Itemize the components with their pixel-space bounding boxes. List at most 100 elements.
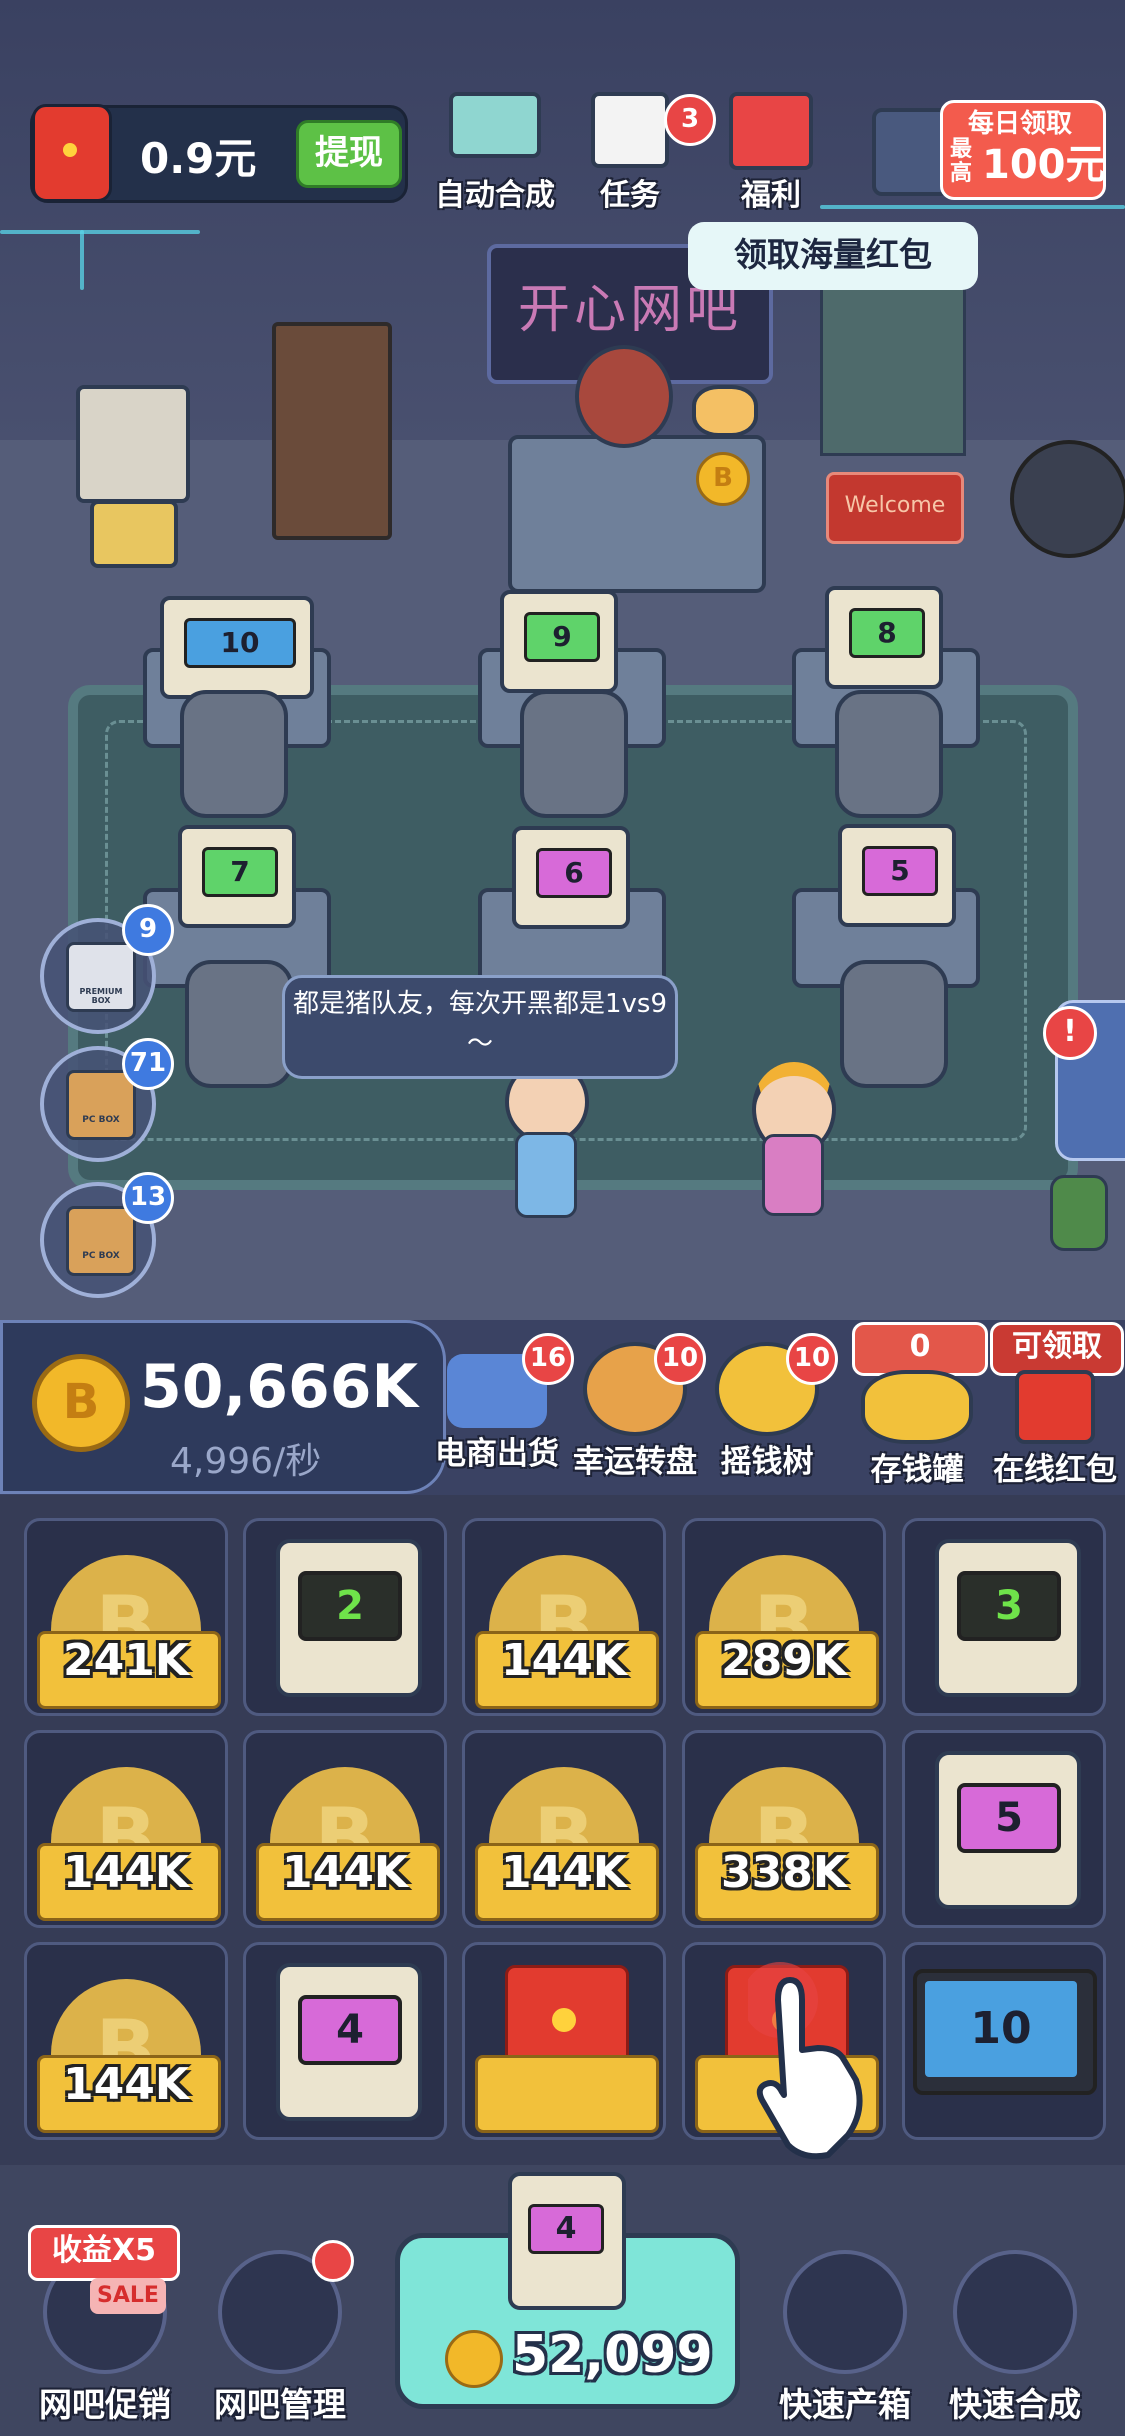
clipboard-icon: [591, 92, 669, 168]
online-red-packet-button[interactable]: 在线红包: [990, 1370, 1120, 1489]
monitors-icon: [953, 2250, 1077, 2374]
welfare-button[interactable]: 福利: [696, 92, 846, 214]
grid-cell[interactable]: 10: [902, 1942, 1106, 2140]
fan-icon: [1010, 440, 1125, 558]
grid-cell[interactable]: 4: [243, 1942, 447, 2140]
tasks-label: 任务: [600, 178, 660, 213]
piggy-bank-count: 0: [852, 1322, 988, 1376]
computer-station[interactable]: 6: [512, 826, 630, 929]
notification-dot: [312, 2240, 354, 2282]
monitors-icon: [449, 92, 541, 158]
computer-level: 10: [925, 1981, 1077, 2077]
coin-amount: 144K: [501, 1635, 627, 1686]
computer-level: 6: [536, 848, 612, 898]
computer-level: 7: [202, 847, 278, 897]
coin-rate: 4,996/秒: [170, 1441, 322, 1482]
counter-coin-icon[interactable]: B: [696, 452, 750, 506]
premium-box-count: 9: [122, 904, 174, 956]
withdraw-button[interactable]: 提现: [296, 120, 402, 188]
quick-box-button[interactable]: 快速产箱: [770, 2250, 920, 2426]
coin-amount: 241K: [63, 1635, 189, 1686]
ecommerce-badge: 16: [522, 1333, 574, 1385]
daily-reward-amount: 100元: [982, 142, 1106, 188]
grid-cell[interactable]: 144K: [462, 1730, 666, 1928]
alert-icon[interactable]: !: [1043, 1006, 1097, 1060]
computer-level: 3: [957, 1571, 1061, 1641]
coin-total: 50,666K: [140, 1352, 419, 1422]
pc-box-icon: [783, 2250, 907, 2374]
quick-merge-label: 快速合成: [949, 2385, 1081, 2424]
quick-merge-button[interactable]: 快速合成: [940, 2250, 1090, 2426]
tap-hand-icon: [748, 1962, 863, 2160]
buy-computer-level: 4: [528, 2204, 604, 2254]
printer: [90, 500, 178, 568]
computer-level: 2: [298, 1571, 402, 1641]
welfare-label: 福利: [741, 178, 801, 213]
circuit-line: [820, 205, 1125, 209]
piggy-bank-button[interactable]: 存钱罐: [852, 1370, 982, 1489]
grid-cell[interactable]: 144K: [24, 1730, 228, 1928]
computer-level: 8: [849, 608, 925, 658]
grid-cell[interactable]: 241K: [24, 1518, 228, 1716]
arcade-machine[interactable]: [76, 385, 190, 503]
computer-level: 10: [184, 618, 296, 668]
box-label: PC BOX: [82, 1251, 120, 1261]
claimable-tag: 可领取: [990, 1322, 1124, 1376]
cafe-promotion-label: 网吧促销: [39, 2385, 171, 2424]
cash-value: 0.9元: [140, 134, 257, 183]
computer-station[interactable]: 10: [160, 596, 314, 699]
computer-station[interactable]: 9: [500, 590, 618, 693]
computer-station[interactable]: 8: [825, 586, 943, 689]
sale-badge: SALE: [90, 2278, 166, 2314]
customer-body: [762, 1134, 824, 1216]
computer-item: 4: [276, 1963, 422, 2121]
pc-box-icon: PC BOX: [66, 1206, 136, 1276]
computer-item: 3: [935, 1539, 1081, 1697]
welcome-mat: Welcome: [826, 472, 964, 544]
grid-cell[interactable]: 144K: [462, 1518, 666, 1716]
cashier-girl[interactable]: [575, 345, 673, 448]
income-multiplier-tag: 收益X5: [28, 2225, 180, 2281]
grid-cell[interactable]: 338K: [682, 1730, 886, 1928]
grid-cell[interactable]: 2: [243, 1518, 447, 1716]
snack-shelf[interactable]: [272, 322, 392, 540]
money-tree-label: 摇钱树: [720, 1444, 814, 1480]
gaming-chair: [840, 960, 948, 1088]
robot-icon[interactable]: [872, 108, 950, 196]
red-envelope-icon: [32, 104, 112, 202]
grid-cell[interactable]: 3: [902, 1518, 1106, 1716]
computer-station[interactable]: 5: [838, 824, 956, 927]
gaming-chair: [180, 690, 288, 818]
computer-level: 5: [957, 1783, 1061, 1853]
red-packet-tooltip[interactable]: 领取海量红包: [688, 222, 978, 290]
lucky-wheel-badge: 10: [654, 1333, 706, 1385]
game-scene: 开心网吧 B Welcome 10 9 8 7 6 5 都是猪队友，每次开黑都是…: [0, 0, 1125, 1320]
coin-amount: 338K: [721, 1847, 847, 1898]
buy-price: 52,099: [512, 2325, 713, 2385]
money-tree-badge: 10: [786, 1333, 838, 1385]
circuit-line: [0, 230, 200, 234]
gaming-chair: [835, 690, 943, 818]
piggy-bank-label: 存钱罐: [870, 1452, 964, 1488]
grid-cell[interactable]: 144K: [24, 1942, 228, 2140]
auto-merge-button[interactable]: 自动合成: [420, 92, 570, 214]
grid-cell[interactable]: 5: [902, 1730, 1106, 1928]
quick-box-label: 快速产箱: [779, 2385, 911, 2424]
ecommerce-shipping-label: 电商出货: [435, 1436, 559, 1472]
gaming-chair: [185, 960, 293, 1088]
red-packet-icon: [1015, 1370, 1095, 1444]
grid-cell[interactable]: [462, 1942, 666, 2140]
premium-box-icon: PREMIUM BOX: [66, 942, 136, 1012]
grid-cell[interactable]: 289K: [682, 1518, 886, 1716]
coin-amount: 144K: [63, 2059, 189, 2110]
lucky-wheel-label: 幸运转盘: [573, 1444, 697, 1480]
daily-reward-max: 最高: [950, 137, 973, 186]
grid-cell[interactable]: 144K: [243, 1730, 447, 1928]
cafe-manage-label: 网吧管理: [214, 2385, 346, 2424]
gold-pig-icon: [861, 1370, 973, 1444]
cactus-plant: [1050, 1175, 1108, 1251]
coin-amount: 144K: [501, 1847, 627, 1898]
computer-station[interactable]: 7: [178, 825, 296, 928]
pc-box-icon: PC BOX: [66, 1070, 136, 1140]
box-label: PC BOX: [82, 1115, 120, 1125]
